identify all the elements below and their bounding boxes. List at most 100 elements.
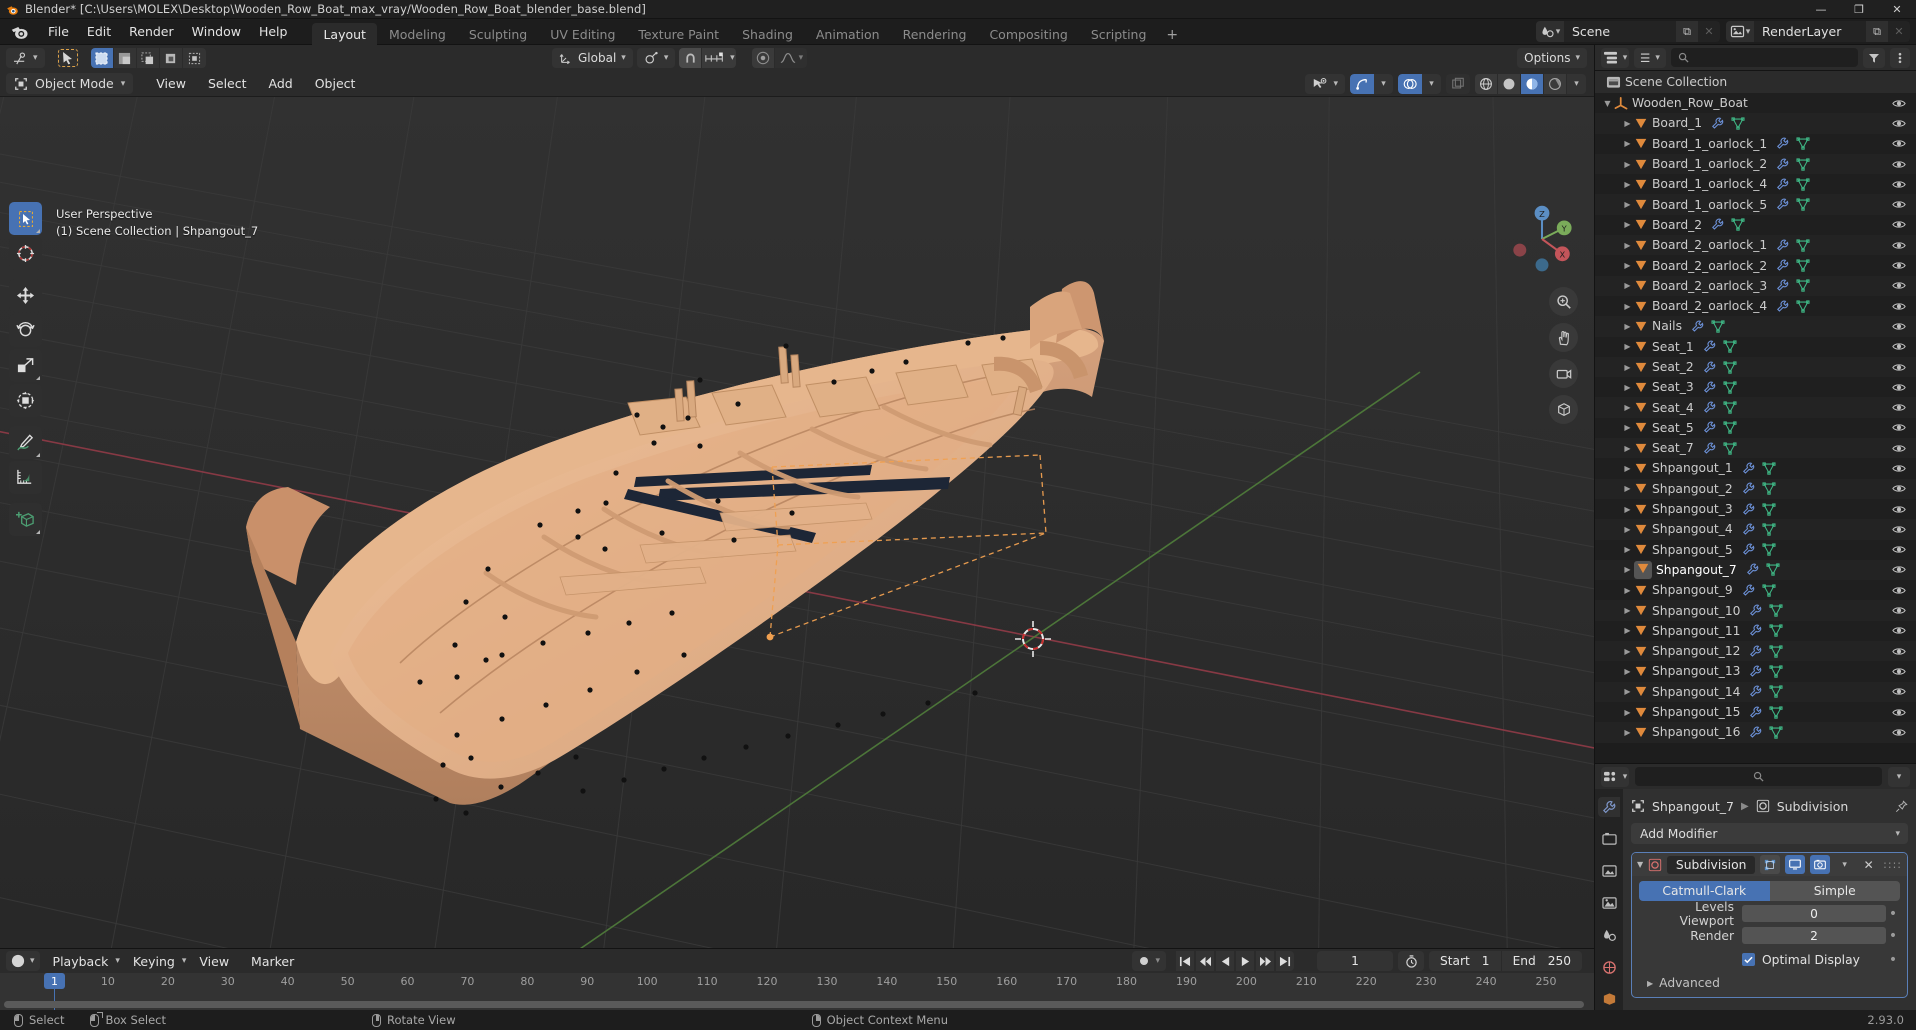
select-invert-icon[interactable] bbox=[159, 48, 183, 68]
show-on-cage-toggle[interactable] bbox=[1760, 855, 1781, 874]
timeline-editor-type-button[interactable]: ▾ bbox=[6, 951, 40, 971]
modifier-icon[interactable] bbox=[1742, 482, 1756, 495]
outliner-display-mode-dropdown[interactable]: ☰ ▾ bbox=[1634, 47, 1666, 68]
pan-view-button[interactable] bbox=[1549, 323, 1578, 352]
timeline-menu-marker[interactable]: Marker bbox=[242, 951, 303, 972]
jump-to-end-button[interactable] bbox=[1276, 951, 1294, 971]
visibility-toggle[interactable] bbox=[1892, 580, 1906, 600]
mesh-data-icon[interactable] bbox=[1769, 685, 1784, 698]
tab-scripting[interactable]: Scripting bbox=[1080, 23, 1158, 46]
properties-options-button[interactable]: ▾ bbox=[1888, 766, 1910, 787]
mesh-data-icon[interactable] bbox=[1796, 178, 1810, 191]
close-button[interactable]: ✕ bbox=[1878, 0, 1916, 19]
transform-orientation-dropdown[interactable]: Global ▾ bbox=[552, 48, 633, 68]
proportional-edit-icon[interactable] bbox=[752, 48, 776, 68]
tab-scene-properties[interactable] bbox=[1598, 925, 1620, 945]
tab-layout[interactable]: Layout bbox=[312, 23, 377, 46]
viewport-options-dropdown[interactable]: Options ▾ bbox=[1517, 48, 1587, 68]
menu-help[interactable]: Help bbox=[250, 21, 297, 42]
visibility-toggle[interactable] bbox=[1892, 194, 1906, 214]
disclosure-triangle-icon[interactable]: ▶ bbox=[1621, 220, 1634, 229]
move-tool-button[interactable] bbox=[9, 279, 42, 312]
mesh-data-icon[interactable] bbox=[1723, 442, 1737, 455]
visibility-toggle[interactable] bbox=[1892, 540, 1906, 560]
minimize-button[interactable]: — bbox=[1802, 0, 1840, 19]
visibility-toggle[interactable] bbox=[1892, 600, 1906, 620]
outliner-item-row[interactable]: ▶ Board_1_oarlock_5 bbox=[1595, 194, 1916, 215]
tab-render-properties[interactable] bbox=[1598, 829, 1620, 849]
modifier-icon[interactable] bbox=[1703, 340, 1717, 353]
play-reverse-button[interactable] bbox=[1216, 951, 1234, 971]
view-layer-selector[interactable]: ▾ RenderLayer ⧉ ✕ bbox=[1726, 21, 1910, 42]
disclosure-triangle-icon[interactable]: ▶ bbox=[1621, 363, 1634, 372]
show-in-render-toggle[interactable] bbox=[1810, 855, 1831, 874]
shading-dropdown[interactable]: ▾ bbox=[1567, 73, 1586, 94]
timeline-scrollbar-thumb[interactable] bbox=[4, 1001, 1584, 1008]
material-preview-shading-icon[interactable] bbox=[1521, 73, 1544, 94]
tab-texture-paint[interactable]: Texture Paint bbox=[627, 23, 730, 46]
visibility-toggle[interactable] bbox=[1892, 438, 1906, 458]
modifier-icon[interactable] bbox=[1742, 543, 1756, 556]
tab-object-data-properties[interactable] bbox=[1598, 989, 1620, 1009]
disclosure-triangle-icon[interactable]: ▶ bbox=[1621, 586, 1634, 595]
remove-modifier-button[interactable]: ✕ bbox=[1859, 855, 1879, 874]
outliner-item-row[interactable]: ▶ Shpangout_2 bbox=[1595, 478, 1916, 499]
modifier-icon[interactable] bbox=[1742, 503, 1756, 516]
outliner-item-row[interactable]: ▶ Shpangout_9 bbox=[1595, 580, 1916, 601]
disclosure-triangle-icon[interactable]: ▶ bbox=[1621, 525, 1634, 534]
tab-shading[interactable]: Shading bbox=[731, 23, 804, 46]
menu-file[interactable]: File bbox=[39, 21, 78, 42]
visibility-toggle[interactable] bbox=[1892, 458, 1906, 478]
mesh-data-icon[interactable] bbox=[1723, 401, 1737, 414]
modifier-icon[interactable] bbox=[1776, 300, 1790, 313]
viewport-menu-view[interactable]: View bbox=[147, 73, 195, 94]
modifier-icon[interactable] bbox=[1749, 726, 1763, 739]
visibility-toggle[interactable] bbox=[1892, 479, 1906, 499]
scale-tool-button[interactable] bbox=[9, 349, 42, 382]
select-intersect-icon[interactable] bbox=[182, 48, 206, 68]
disclosure-triangle-icon[interactable]: ▶ bbox=[1621, 322, 1634, 331]
modifier-icon[interactable] bbox=[1703, 361, 1717, 374]
rendered-shading-icon[interactable] bbox=[1544, 73, 1567, 94]
modifier-icon[interactable] bbox=[1776, 279, 1790, 292]
outliner-scene-collection-row[interactable]: Scene Collection bbox=[1595, 71, 1916, 93]
tab-modifier-properties[interactable] bbox=[1598, 797, 1620, 817]
modifier-icon[interactable] bbox=[1711, 117, 1725, 130]
outliner-options-button[interactable] bbox=[1890, 47, 1910, 68]
outliner-item-row[interactable]: ▶ Board_2_oarlock_4 bbox=[1595, 295, 1916, 317]
modifier-icon[interactable] bbox=[1749, 685, 1763, 698]
visibility-toggle[interactable] bbox=[1892, 682, 1906, 702]
mesh-data-icon[interactable] bbox=[1762, 543, 1776, 556]
timeline-playhead[interactable]: 1 bbox=[43, 973, 65, 989]
outliner-item-row[interactable]: ▶ Seat_1 bbox=[1595, 336, 1916, 357]
visibility-toggle[interactable] bbox=[1892, 560, 1906, 580]
disclosure-triangle-icon[interactable]: ▶ bbox=[1621, 565, 1634, 574]
tab-animation[interactable]: Animation bbox=[805, 23, 891, 46]
optimal-display-checkbox[interactable] bbox=[1742, 953, 1755, 966]
measure-tool-button[interactable] bbox=[9, 461, 42, 494]
mesh-data-icon[interactable] bbox=[1723, 421, 1737, 435]
outliner-item-row[interactable]: ▶ Shpangout_15 bbox=[1595, 701, 1916, 723]
disclosure-triangle-icon[interactable]: ▶ bbox=[1621, 545, 1634, 554]
unlink-scene-button[interactable]: ✕ bbox=[1698, 21, 1720, 42]
disclosure-triangle-icon[interactable]: ▶ bbox=[1621, 302, 1634, 311]
transform-tool-button[interactable] bbox=[9, 384, 42, 417]
outliner-item-row[interactable]: ▶ Shpangout_7 bbox=[1595, 559, 1916, 581]
modifier-icon[interactable] bbox=[1711, 218, 1725, 231]
disclosure-triangle-icon[interactable]: ▶ bbox=[1621, 444, 1634, 453]
mesh-data-icon[interactable] bbox=[1769, 705, 1784, 719]
outliner-item-row[interactable]: ▶ Nails bbox=[1595, 316, 1916, 337]
gizmo-dropdown[interactable]: ▾ bbox=[1374, 73, 1393, 94]
outliner-item-row[interactable]: ▶ Board_1_oarlock_4 bbox=[1595, 174, 1916, 195]
visibility-toggle[interactable] bbox=[1892, 296, 1906, 316]
disclosure-triangle-icon[interactable]: ▶ bbox=[1621, 261, 1634, 270]
modifier-icon[interactable] bbox=[1703, 401, 1717, 414]
visibility-toggle[interactable] bbox=[1892, 377, 1906, 397]
visibility-toggle[interactable] bbox=[1892, 113, 1906, 133]
mesh-data-icon[interactable] bbox=[1769, 645, 1784, 658]
render-levels-field[interactable]: 2 bbox=[1742, 927, 1886, 944]
visibility-toggle[interactable] bbox=[1892, 215, 1906, 235]
modifier-icon[interactable] bbox=[1742, 523, 1756, 536]
visibility-toggle[interactable] bbox=[1892, 397, 1906, 417]
outliner-item-row[interactable]: ▶ Seat_5 bbox=[1595, 417, 1916, 439]
